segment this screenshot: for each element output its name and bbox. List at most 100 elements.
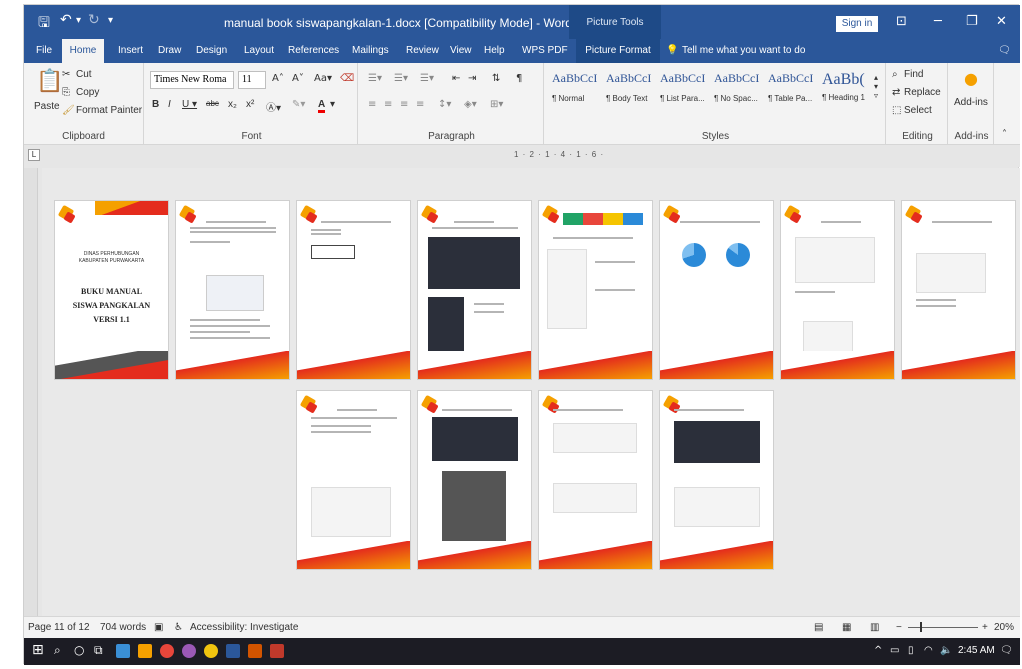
search-icon[interactable]: ⌕ — [54, 643, 61, 658]
tab-wps-pdf[interactable]: WPS PDF — [520, 39, 570, 63]
font-color-dropdown-icon[interactable]: ▾ — [330, 99, 335, 110]
tab-picture-format[interactable]: Picture Format — [576, 39, 660, 63]
customize-toolbar-icon[interactable]: ▾ — [108, 15, 113, 26]
page-thumbnail-9[interactable] — [297, 391, 410, 569]
tab-insert[interactable]: Insert — [116, 39, 145, 63]
page-thumbnail-1[interactable]: DINAS PERHUBUNGAN KABUPATEN PURWAKARTA B… — [55, 201, 168, 379]
format-painter-icon[interactable]: 🖌 — [62, 105, 75, 116]
tab-draw[interactable]: Draw — [156, 39, 183, 63]
copy-button[interactable]: Copy — [76, 87, 99, 98]
network-icon[interactable]: ▭ — [890, 645, 899, 656]
borders-icon[interactable]: ⊞▾ — [490, 99, 503, 110]
page-thumbnail-5[interactable] — [539, 201, 652, 379]
align-left-icon[interactable]: ≡ — [368, 99, 376, 110]
addins-icon[interactable]: ● — [964, 69, 978, 88]
word-taskbar-icon[interactable] — [226, 644, 240, 658]
style-heading-1[interactable]: AaBb( ¶ Heading 1 — [822, 71, 874, 115]
grow-font-icon[interactable]: A˄ — [272, 73, 284, 84]
bullets-icon[interactable]: ☰▾ — [368, 73, 382, 84]
font-color-icon[interactable]: A — [318, 99, 326, 113]
page-thumbnail-4[interactable] — [418, 201, 531, 379]
strikethrough-icon[interactable]: abc — [206, 99, 219, 108]
zoom-slider-thumb[interactable] — [920, 622, 922, 632]
tab-selector-icon[interactable]: L — [28, 149, 40, 161]
page-thumbnail-7[interactable] — [781, 201, 894, 379]
find-button[interactable]: Find — [904, 69, 923, 80]
style-normal[interactable]: AaBbCcI ¶ Normal — [552, 71, 604, 115]
app-icon[interactable] — [182, 644, 196, 658]
page-thumbnail-11[interactable] — [539, 391, 652, 569]
restore-icon[interactable]: ❐ — [966, 14, 978, 29]
sort-icon[interactable]: ⇅ — [492, 73, 500, 84]
page-thumbnail-12[interactable] — [660, 391, 773, 569]
zoom-in-icon[interactable]: + — [982, 622, 988, 633]
zoom-out-icon[interactable]: − — [896, 622, 902, 633]
page-thumbnail-3[interactable] — [297, 201, 410, 379]
close-icon[interactable]: ✕ — [996, 14, 1007, 29]
show-formatting-icon[interactable]: ¶ — [516, 73, 522, 84]
style-body-text[interactable]: AaBbCcI ¶ Body Text — [606, 71, 658, 115]
print-layout-icon[interactable]: ▦ — [842, 622, 851, 633]
bold-icon[interactable]: B — [152, 99, 159, 110]
tab-mailings[interactable]: Mailings — [350, 39, 391, 63]
superscript-icon[interactable]: x² — [246, 99, 254, 110]
volume-icon[interactable]: 🔈 — [940, 645, 952, 656]
align-center-icon[interactable]: ≡ — [384, 99, 392, 110]
replace-button[interactable]: Replace — [904, 87, 941, 98]
page-thumbnail-8[interactable] — [902, 201, 1015, 379]
shading-icon[interactable]: ◈▾ — [464, 99, 477, 110]
chrome-icon[interactable] — [204, 644, 218, 658]
document-canvas[interactable]: DINAS PERHUBUNGAN KABUPATEN PURWAKARTA B… — [42, 168, 1020, 624]
decrease-indent-icon[interactable]: ⇤ — [452, 73, 460, 84]
styles-scroll-icon[interactable]: ▴ ▾ ▿ — [874, 73, 878, 100]
page-thumbnail-10[interactable] — [418, 391, 531, 569]
windows-start-icon[interactable]: ⊞ — [32, 642, 44, 658]
undo-dropdown-icon[interactable]: ▾ — [76, 15, 81, 26]
font-size-box[interactable]: 11 — [238, 71, 266, 89]
zoom-level[interactable]: 20% — [994, 622, 1014, 633]
explorer-icon[interactable] — [116, 644, 130, 658]
tab-home[interactable]: Home — [62, 39, 104, 63]
web-layout-icon[interactable]: ▥ — [870, 622, 879, 633]
cut-button[interactable]: Cut — [76, 69, 92, 80]
find-icon[interactable]: ⌕ — [892, 69, 898, 80]
clear-formatting-icon[interactable]: ⌫ — [340, 73, 354, 84]
style-no-spacing[interactable]: AaBbCcI ¶ No Spac... — [714, 71, 766, 115]
style-list-paragraph[interactable]: AaBbCcI ¶ List Para... — [660, 71, 712, 115]
change-case-icon[interactable]: Aa▾ — [314, 73, 332, 84]
undo-icon[interactable]: ↶ — [60, 12, 72, 28]
cortana-icon[interactable]: ○ — [74, 643, 84, 657]
numbering-icon[interactable]: ☰▾ — [394, 73, 408, 84]
underline-icon[interactable]: U ▾ — [182, 99, 197, 110]
accessibility-icon[interactable]: ♿ — [174, 622, 183, 633]
select-icon[interactable]: ⬚ — [892, 105, 901, 116]
zoom-slider[interactable] — [908, 627, 978, 628]
highlight-icon[interactable]: ✎▾ — [292, 99, 305, 110]
minimize-icon[interactable]: ─ — [934, 14, 942, 29]
text-effects-icon[interactable]: Ⓐ▾ — [266, 99, 281, 114]
addins-button[interactable]: Add-ins — [954, 97, 988, 108]
replace-icon[interactable]: ⇄ — [892, 87, 900, 98]
select-button[interactable]: Select — [904, 105, 932, 116]
save-icon[interactable]: 🖫 — [38, 12, 50, 36]
comments-icon[interactable]: 🗨 — [996, 39, 1013, 63]
subscript-icon[interactable]: x₂ — [228, 99, 237, 110]
page-thumbnail-2[interactable] — [176, 201, 289, 379]
tray-chevron-icon[interactable]: ^ — [874, 645, 882, 656]
folder-icon[interactable] — [138, 644, 152, 658]
line-spacing-icon[interactable]: ↕▾ — [438, 99, 451, 110]
tell-me-search[interactable]: Tell me what you want to do — [680, 39, 807, 63]
ribbon-display-icon[interactable]: ⊡ — [896, 14, 907, 29]
font-name-box[interactable]: Times New Roma — [150, 71, 234, 89]
collapse-ribbon-icon[interactable]: ˄ — [1002, 129, 1007, 140]
battery-icon[interactable]: ▯ — [908, 645, 914, 656]
page-thumbnail-6[interactable] — [660, 201, 773, 379]
read-mode-icon[interactable]: ▤ — [814, 622, 823, 633]
tab-review[interactable]: Review — [404, 39, 441, 63]
italic-icon[interactable]: I — [168, 99, 171, 110]
clock-time[interactable]: 2:45 AM — [958, 645, 995, 656]
paste-icon[interactable]: 📋 — [36, 69, 63, 94]
align-right-icon[interactable]: ≡ — [400, 99, 408, 110]
app-icon[interactable] — [270, 644, 284, 658]
sign-in-button[interactable]: Sign in — [836, 16, 878, 32]
